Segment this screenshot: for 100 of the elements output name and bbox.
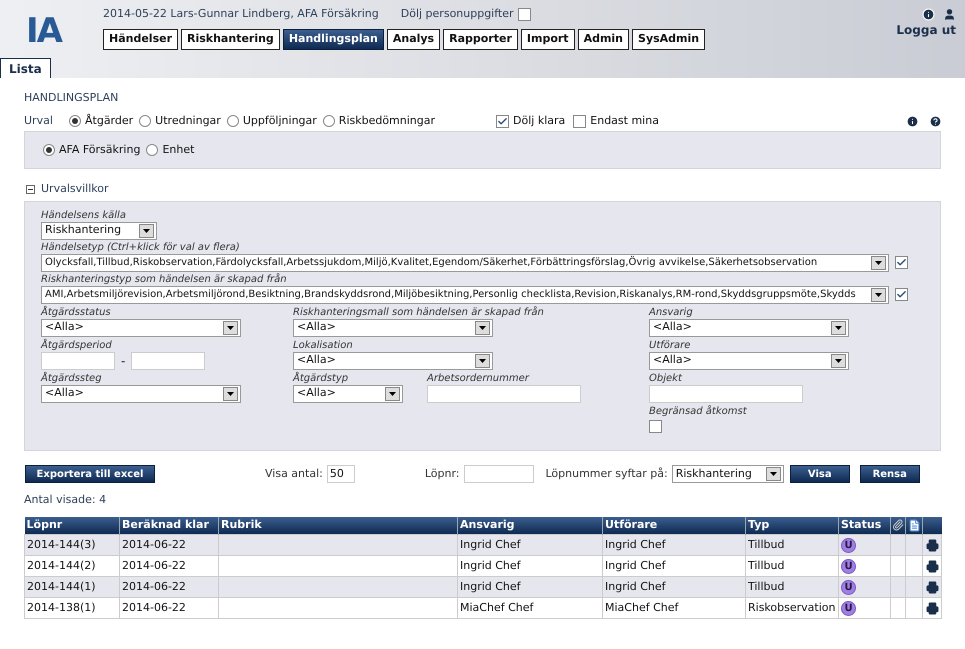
print-icon[interactable] (926, 580, 938, 594)
nav-tab[interactable]: Analys (386, 28, 440, 50)
text-input[interactable] (427, 384, 581, 402)
text-input[interactable] (649, 384, 803, 402)
column-header[interactable]: Rubrik (218, 516, 458, 534)
help-icon[interactable] (929, 114, 942, 128)
radio-label: AFA Försäkring (59, 142, 140, 158)
dropdown-select[interactable]: <Alla> (41, 318, 241, 336)
filters-toggle[interactable]: Urvalsvillkor (26, 181, 109, 198)
field-label: Visa antal: (265, 466, 323, 482)
field-label: Händelsens källa (41, 208, 127, 222)
field-label: Åtgärdstyp (293, 372, 350, 384)
field-label: Riskhanteringstyp som händelsen är skapad från (41, 272, 288, 286)
field-label: Begränsad åtkomst (649, 404, 748, 418)
logout-link[interactable]: Logga ut (896, 21, 956, 39)
checkbox-label: Endast mina (590, 112, 659, 129)
field-label: Objekt (649, 372, 684, 384)
table-cell: MiaChef Chef (458, 598, 602, 618)
info-icon[interactable] (906, 114, 919, 128)
radio-label: Uppföljningar (242, 112, 317, 129)
checkbox[interactable] (649, 420, 662, 432)
dropdown-select[interactable]: <Alla> (41, 384, 241, 402)
radio-button[interactable] (43, 144, 55, 156)
field-label: Lokalisation (293, 338, 354, 352)
radio-button[interactable] (226, 115, 239, 127)
column-header[interactable]: Status (838, 516, 890, 534)
action-button[interactable]: Visa (790, 465, 850, 483)
nav-tab[interactable]: Riskhantering (181, 28, 280, 50)
table-cell: Riskobservation (746, 598, 838, 618)
table-cell: Ingrid Chef (602, 534, 746, 556)
field-label: Ansvarig (649, 306, 694, 318)
nav-tab[interactable]: Admin (578, 28, 630, 50)
radio-button[interactable] (139, 115, 152, 127)
status-badge: U (841, 558, 856, 574)
field-label: Arbetsordernummer (427, 372, 530, 384)
nav-tab[interactable]: Import (520, 28, 575, 50)
radio-button[interactable] (69, 115, 81, 127)
checkbox[interactable] (895, 288, 908, 301)
lopnr-input[interactable] (464, 465, 534, 483)
field-label: Löpnr: (424, 466, 460, 482)
urval-label: Urval (24, 112, 54, 129)
dropdown-select[interactable]: <Alla> (649, 318, 849, 336)
action-button[interactable]: Exportera till excel (25, 465, 155, 483)
table-cell: 2014-144(3) (24, 534, 120, 556)
field-label: Händelsetyp (Ctrl+klick för val av flera) (41, 240, 241, 254)
column-header[interactable]: Utförare (602, 516, 746, 534)
table-cell: MiaChef Chef (602, 598, 746, 618)
dropdown-select[interactable]: <Alla> (293, 384, 403, 402)
field-label: Åtgärdsstatus (41, 306, 112, 318)
column-header[interactable]: Ansvarig (458, 516, 602, 534)
user-icon[interactable] (943, 8, 956, 21)
checkbox-label: Dölj personuppgifter (400, 6, 514, 22)
table-cell: Ingrid Chef (458, 534, 602, 556)
radio-button[interactable] (322, 115, 335, 127)
table-cell: Tillbud (746, 534, 838, 556)
field-label: Utförare (649, 338, 692, 352)
column-header[interactable]: Löpnr (24, 516, 120, 534)
logo: IA (26, 14, 61, 48)
dropdown-select[interactable]: AMI,Arbetsmiljörevision,Arbetsmiljörond,Besiktning,Brandskyddsrond,Miljöbesiktning,Personlig checklista,Revision,Riskanalys,RM-rond,Skyddsgruppsmöte,Skydds (41, 286, 889, 304)
checkbox-label: Dölj klara (513, 112, 566, 129)
user-info: 2014-05-22 Lars-Gunnar Lindberg, AFA Försäkring (103, 6, 379, 22)
field-label: Löpnummer syftar på: (546, 466, 668, 482)
range-separator: - (121, 352, 126, 370)
nav-tab[interactable]: Rapporter (443, 28, 518, 50)
count-input[interactable]: 50 (326, 465, 355, 483)
table-cell: 2014-138(1) (24, 598, 120, 618)
action-button[interactable]: Rensa (860, 465, 920, 483)
print-column-header (922, 516, 942, 534)
nav-tab[interactable]: Händelser (103, 28, 178, 50)
dropdown-select[interactable]: Riskhantering (672, 465, 784, 483)
radio-button[interactable] (146, 144, 158, 156)
column-header[interactable]: Beräknad klar (120, 516, 218, 534)
checkbox[interactable] (496, 114, 510, 128)
nav-tab[interactable]: Handlingsplan (282, 28, 384, 50)
status-badge: U (841, 600, 856, 616)
print-icon[interactable] (926, 538, 938, 552)
dropdown-select[interactable]: <Alla> (649, 352, 849, 370)
checkbox[interactable] (573, 114, 586, 128)
field-label: Åtgärdssteg (41, 372, 103, 384)
subtab[interactable]: Lista (0, 58, 51, 78)
date-input[interactable] (131, 352, 206, 370)
checkbox[interactable] (518, 8, 531, 21)
dropdown-select[interactable]: Riskhantering (41, 222, 157, 240)
dropdown-select[interactable]: Olycksfall,Tillbud,Riskobservation,Färdolycksfall,Arbetssjukdom,Miljö,Kvalitet,Egendom/Säkerhet,Förbättringsförslag,Övrig avvikelse,Säkerhetsobservation (41, 254, 889, 272)
nav-tab[interactable]: SysAdmin (632, 28, 706, 50)
page-title: HANDLINGSPLAN (24, 91, 120, 105)
date-input[interactable] (41, 352, 115, 370)
table-cell: 2014-06-22 (120, 598, 218, 618)
print-icon[interactable] (926, 560, 938, 572)
column-header[interactable]: Typ (746, 516, 838, 534)
dropdown-select[interactable]: <Alla> (293, 318, 493, 336)
checkbox[interactable] (895, 256, 908, 269)
status-badge: U (841, 580, 856, 595)
info-icon[interactable] (922, 8, 935, 21)
status-badge: U (841, 538, 856, 553)
radio-label: Enhet (162, 142, 194, 158)
print-icon[interactable] (926, 602, 938, 614)
radio-label: Riskbedömningar (338, 112, 436, 129)
field-label: Riskhanteringsmall som händelsen är skapad från (293, 306, 545, 318)
dropdown-select[interactable]: <Alla> (293, 352, 493, 370)
